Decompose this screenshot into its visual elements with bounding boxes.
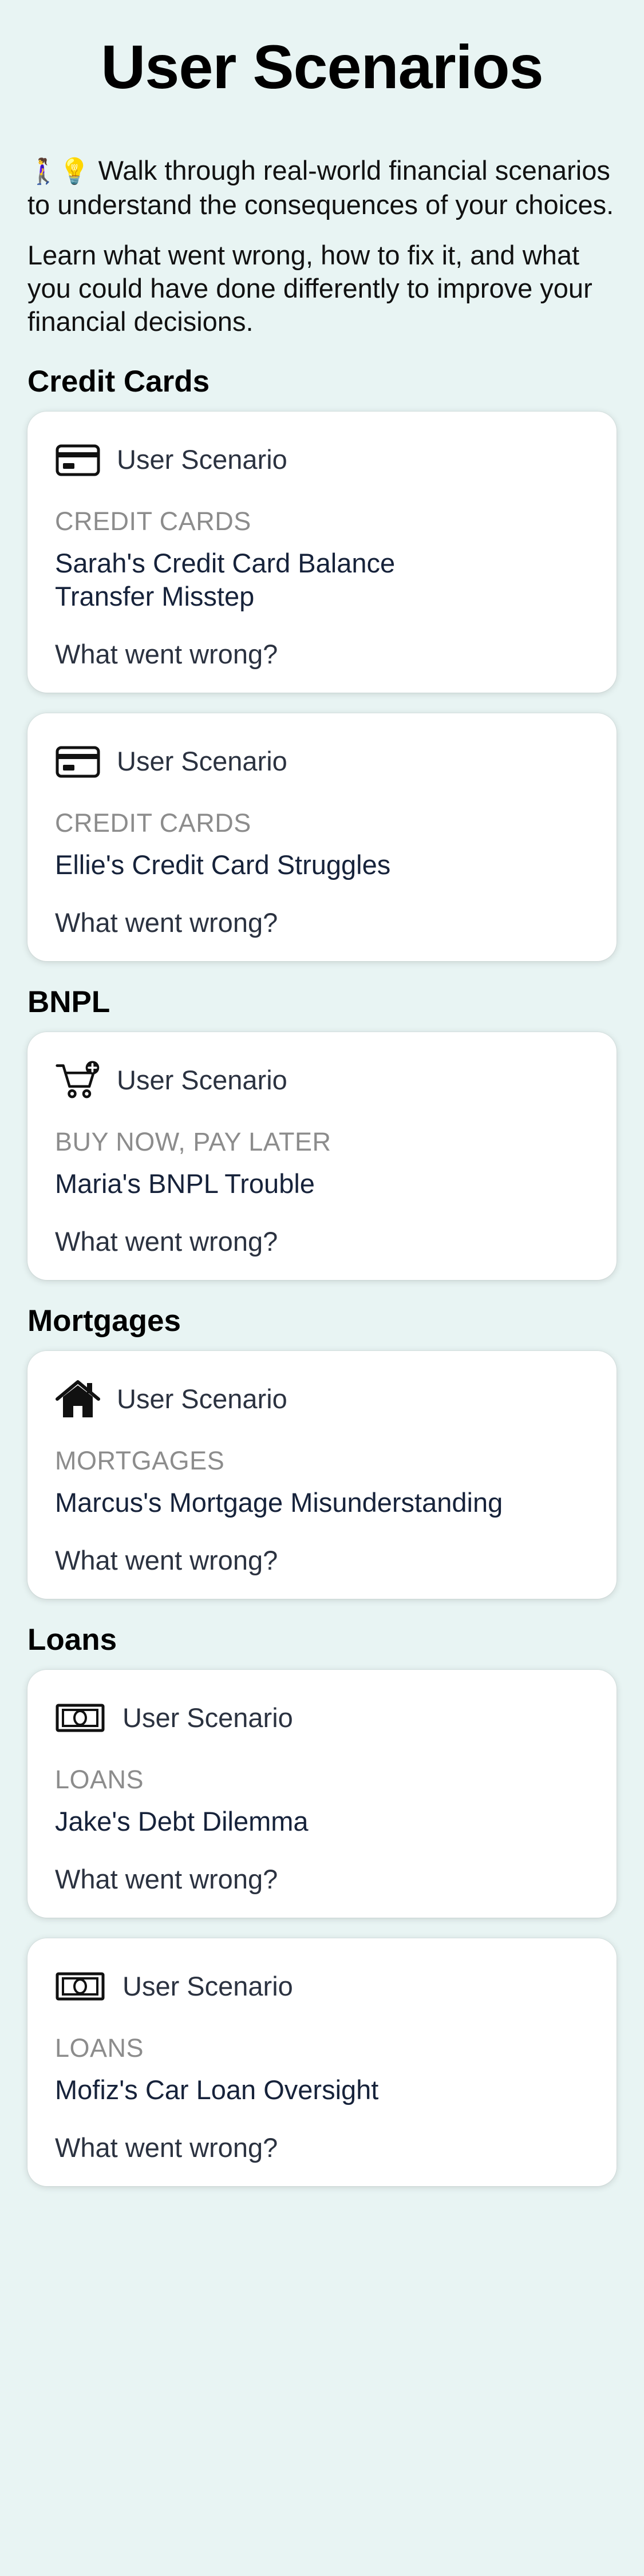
card-header-label: User Scenario (123, 1702, 293, 1733)
scenario-card-mofiz[interactable]: User Scenario LOANS Mofiz's Car Loan Ove… (27, 1938, 617, 2186)
section-title-mortgages: Mortgages (27, 1303, 181, 1338)
card-title: Ellie's Credit Card Struggles (55, 849, 391, 880)
house-icon (55, 1376, 101, 1422)
card-header: User Scenario (55, 1695, 589, 1741)
card-header-label: User Scenario (117, 1384, 287, 1415)
credit-card-icon (55, 738, 101, 784)
card-header-label: User Scenario (117, 746, 287, 777)
card-header-label: User Scenario (117, 444, 287, 475)
card-title: Marcus's Mortgage Misunderstanding (55, 1487, 503, 1518)
what-went-wrong-link[interactable]: What went wrong? (55, 907, 589, 938)
walking-bulb-emoji: 🚶‍♀️💡 (27, 157, 90, 185)
card-header-label: User Scenario (123, 1971, 293, 2002)
credit-card-icon (55, 437, 101, 483)
banknote-icon (55, 1963, 106, 2009)
card-title: Jake's Debt Dilemma (55, 1805, 309, 1836)
card-category: LOANS (55, 2033, 144, 2063)
banknote-icon (55, 1695, 106, 1741)
what-went-wrong-link[interactable]: What went wrong? (55, 1863, 589, 1895)
scenario-card-ellie[interactable]: User Scenario CREDIT CARDS Ellie's Credi… (27, 713, 617, 961)
cart-plus-icon (55, 1057, 101, 1103)
card-header: User Scenario (55, 1057, 589, 1103)
card-category: CREDIT CARDS (55, 506, 251, 536)
card-title: Mofiz's Car Loan Oversight (55, 2074, 379, 2105)
what-went-wrong-link[interactable]: What went wrong? (55, 638, 589, 670)
card-header: User Scenario (55, 1963, 589, 2009)
card-category: MORTGAGES (55, 1445, 225, 1475)
what-went-wrong-link[interactable]: What went wrong? (55, 2132, 589, 2163)
intro-line-2: Learn what went wrong, how to fix it, an… (27, 239, 592, 337)
scenario-card-sarah[interactable]: User Scenario CREDIT CARDS Sarah's Credi… (27, 411, 617, 693)
card-title: Maria's BNPL Trouble (55, 1168, 315, 1199)
card-title: Sarah's Credit Card Balance Transfer Mis… (55, 547, 396, 611)
section-title-credit-cards: Credit Cards (27, 364, 210, 398)
user-scenarios-page: User Scenarios 🚶‍♀️💡 Walk through real-wo… (0, 0, 644, 2186)
scenario-card-maria[interactable]: User Scenario BUY NOW, PAY LATER Maria's… (27, 1032, 617, 1280)
what-went-wrong-link[interactable]: What went wrong? (55, 1544, 589, 1576)
card-header-label: User Scenario (117, 1065, 287, 1096)
card-category: LOANS (55, 1764, 144, 1794)
intro-line-1-text: Walk through real-world financial scenar… (27, 155, 614, 220)
page-title: User Scenarios (101, 32, 543, 101)
scenario-card-marcus[interactable]: User Scenario MORTGAGES Marcus's Mortgag… (27, 1350, 617, 1599)
card-header: User Scenario (55, 1376, 589, 1422)
section-title-loans: Loans (27, 1622, 117, 1657)
card-header: User Scenario (55, 437, 589, 483)
scenario-card-jake[interactable]: User Scenario LOANS Jake's Debt Dilemma … (27, 1669, 617, 1918)
card-category: CREDIT CARDS (55, 808, 251, 837)
intro-line-1: 🚶‍♀️💡 Walk through real-world financial s… (27, 154, 617, 222)
section-title-bnpl: BNPL (27, 985, 110, 1019)
card-header: User Scenario (55, 738, 589, 784)
what-went-wrong-link[interactable]: What went wrong? (55, 1226, 589, 1257)
card-category: BUY NOW, PAY LATER (55, 1127, 331, 1156)
intro-text: 🚶‍♀️💡 Walk through real-world financial s… (27, 154, 617, 338)
